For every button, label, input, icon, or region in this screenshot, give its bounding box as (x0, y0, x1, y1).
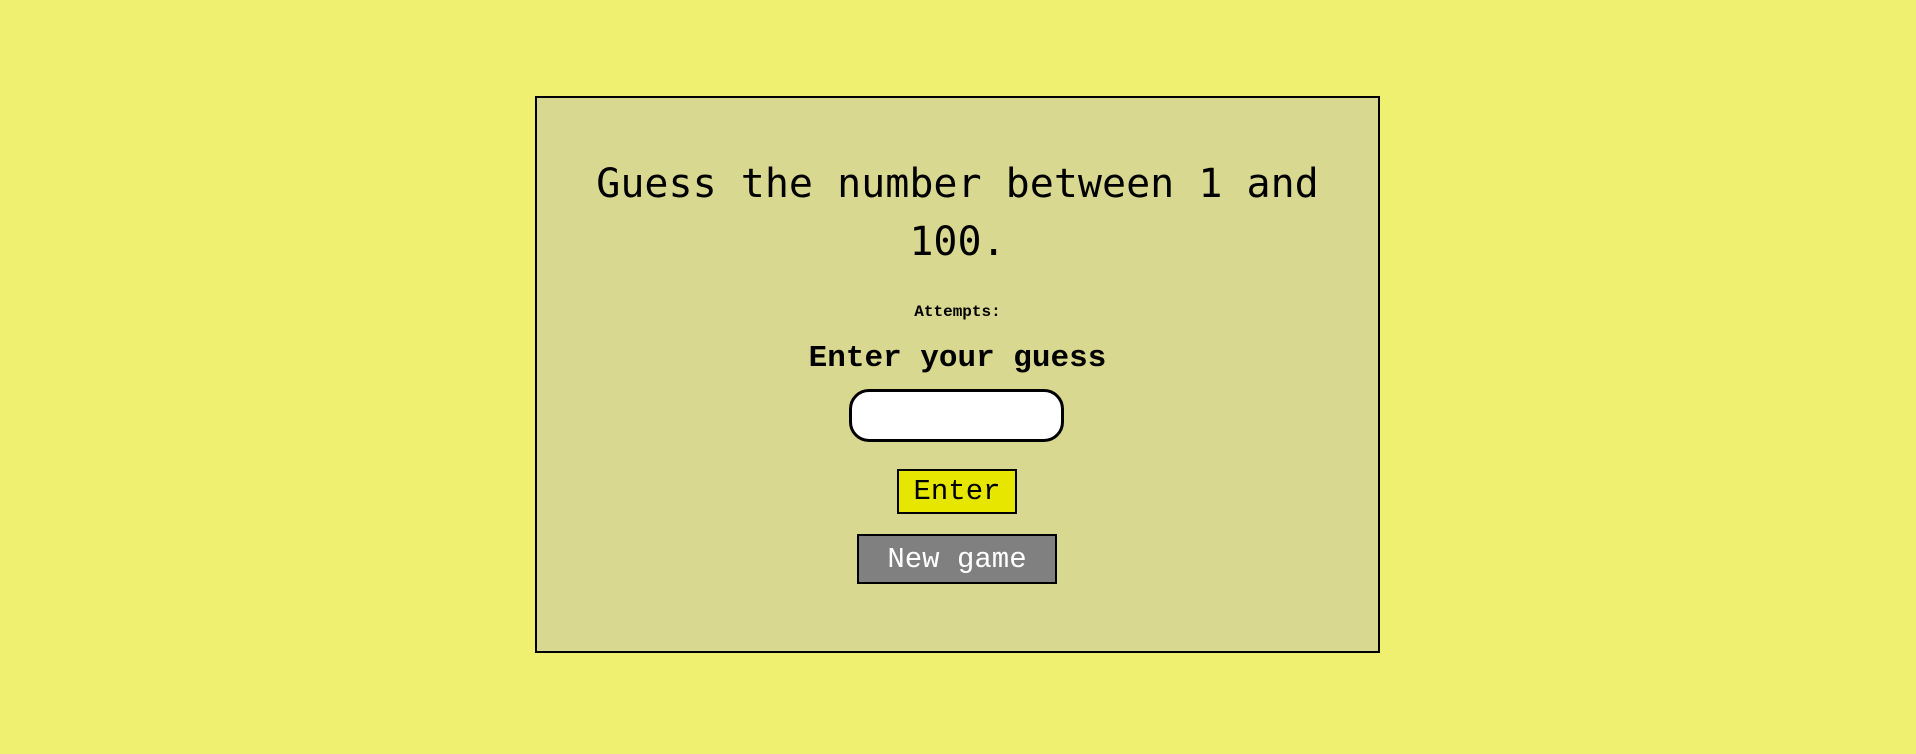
attempts-counter: Attempts: (914, 303, 1001, 321)
guess-prompt: Enter your guess (808, 341, 1107, 376)
page-title: Guess the number between 1 and 100. (596, 161, 1319, 265)
guess-input[interactable] (849, 389, 1064, 442)
new-game-button[interactable]: New game (857, 534, 1057, 584)
enter-button[interactable]: Enter (897, 469, 1017, 514)
game-card: Guess the number between 1 and 100. Atte… (535, 96, 1380, 653)
